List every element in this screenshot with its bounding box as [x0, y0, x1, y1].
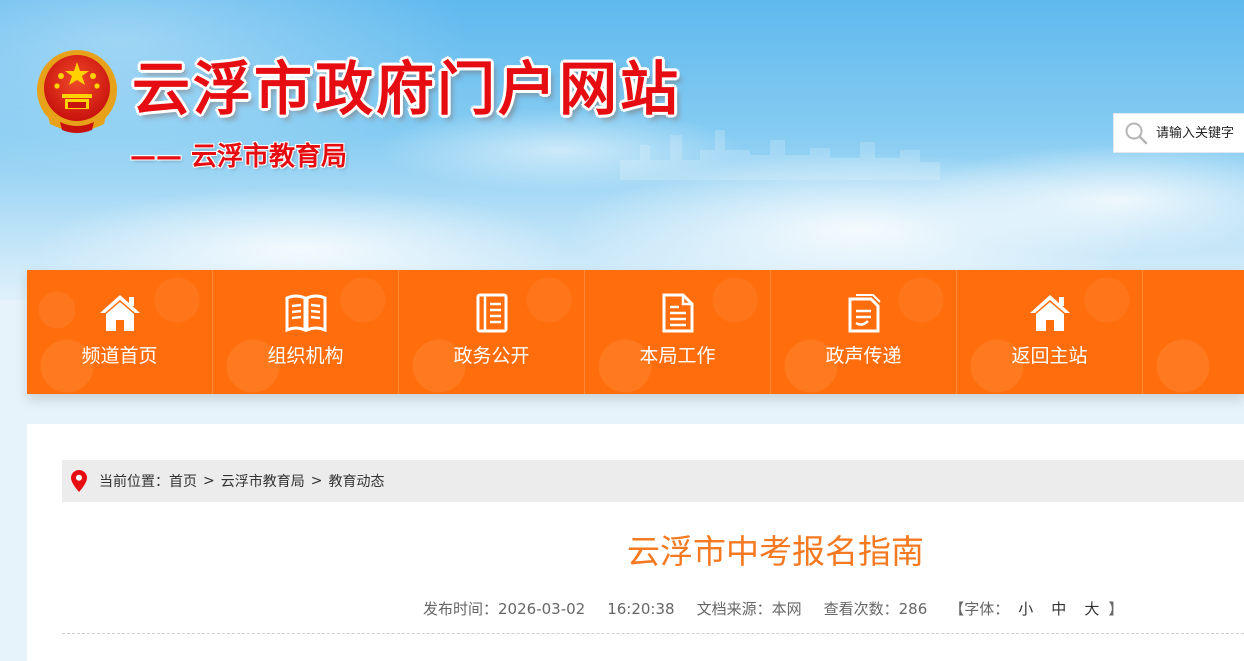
search-box[interactable] — [1113, 113, 1244, 153]
search-input[interactable] — [1156, 125, 1244, 141]
nav-item-channel-home[interactable]: 频道首页 — [27, 270, 213, 394]
font-size-close-bracket: 】 — [1108, 600, 1124, 618]
department-subtitle: —— 云浮市教育局 — [130, 142, 348, 172]
nav-label: 政务公开 — [453, 345, 530, 367]
font-size-large-button[interactable]: 大 — [1084, 599, 1099, 619]
breadcrumb-news-link[interactable]: 教育动态 — [328, 471, 384, 491]
home-icon — [1029, 292, 1071, 334]
nav-label: 组织机构 — [267, 345, 344, 367]
nav-label: 本局工作 — [639, 345, 716, 367]
nav-label: 返回主站 — [1011, 345, 1088, 367]
breadcrumb: 当前位置： 首页 > 云浮市教育局 > 教育动态 — [62, 460, 1244, 502]
city-skyline-decoration — [620, 130, 940, 180]
views-label: 查看次数： — [823, 600, 899, 618]
location-pin-icon — [71, 470, 87, 492]
breadcrumb-bureau-link[interactable]: 云浮市教育局 — [221, 471, 305, 491]
nav-item-bureau-work[interactable]: 本局工作 — [585, 270, 771, 394]
font-size-label: 【字体： — [949, 600, 1010, 618]
publish-label: 发布时间： — [423, 600, 499, 618]
nav-item-organization[interactable]: 组织机构 — [213, 270, 399, 394]
font-size-medium-button[interactable]: 中 — [1051, 599, 1066, 619]
source-value: 本网 — [771, 600, 802, 618]
file-icon — [843, 292, 885, 334]
article-title: 云浮市中考报名指南 — [627, 532, 924, 571]
search-icon[interactable] — [1124, 121, 1148, 145]
site-title: 云浮市政府门户网站 — [132, 55, 682, 123]
font-size-small-button[interactable]: 小 — [1018, 599, 1033, 619]
views-count: 286 — [898, 600, 928, 618]
breadcrumb-separator: > — [310, 473, 323, 489]
breadcrumb-prefix: 当前位置： — [99, 474, 169, 490]
nav-item-government-affairs[interactable]: 政务公开 — [399, 270, 585, 394]
header-banner: 云浮市政府门户网站 —— 云浮市教育局 — [0, 0, 1244, 300]
nav-item-partial[interactable] — [1143, 270, 1244, 394]
nav-item-return-main-site[interactable]: 返回主站 — [957, 270, 1143, 394]
source-label: 文档来源： — [696, 600, 772, 618]
breadcrumb-separator: > — [203, 473, 215, 489]
notebook-icon — [471, 292, 513, 334]
book-icon — [285, 292, 327, 334]
publish-time: 16:20:38 — [607, 600, 675, 618]
home-icon — [99, 292, 141, 334]
nav-label: 频道首页 — [81, 345, 158, 367]
national-emblem-icon — [37, 50, 117, 133]
breadcrumb-home-link[interactable]: 首页 — [169, 471, 197, 491]
nav-label: 政声传递 — [825, 345, 902, 367]
meta-divider — [62, 633, 1244, 634]
article-meta: 发布时间： 2026-03-02 16:20:38 文档来源： 本网 查看次数：… — [423, 599, 1123, 619]
content-area: 当前位置： 首页 > 云浮市教育局 > 教育动态 云浮市中考报名指南 发布时间：… — [27, 424, 1244, 661]
nav-item-voice-relay[interactable]: 政声传递 — [771, 270, 957, 394]
main-nav: 频道首页 组织机构 政务公开 本局工作 政声传递 返回主站 — [27, 270, 1244, 394]
publish-date: 2026-03-02 — [498, 600, 586, 618]
document-icon — [657, 292, 699, 334]
